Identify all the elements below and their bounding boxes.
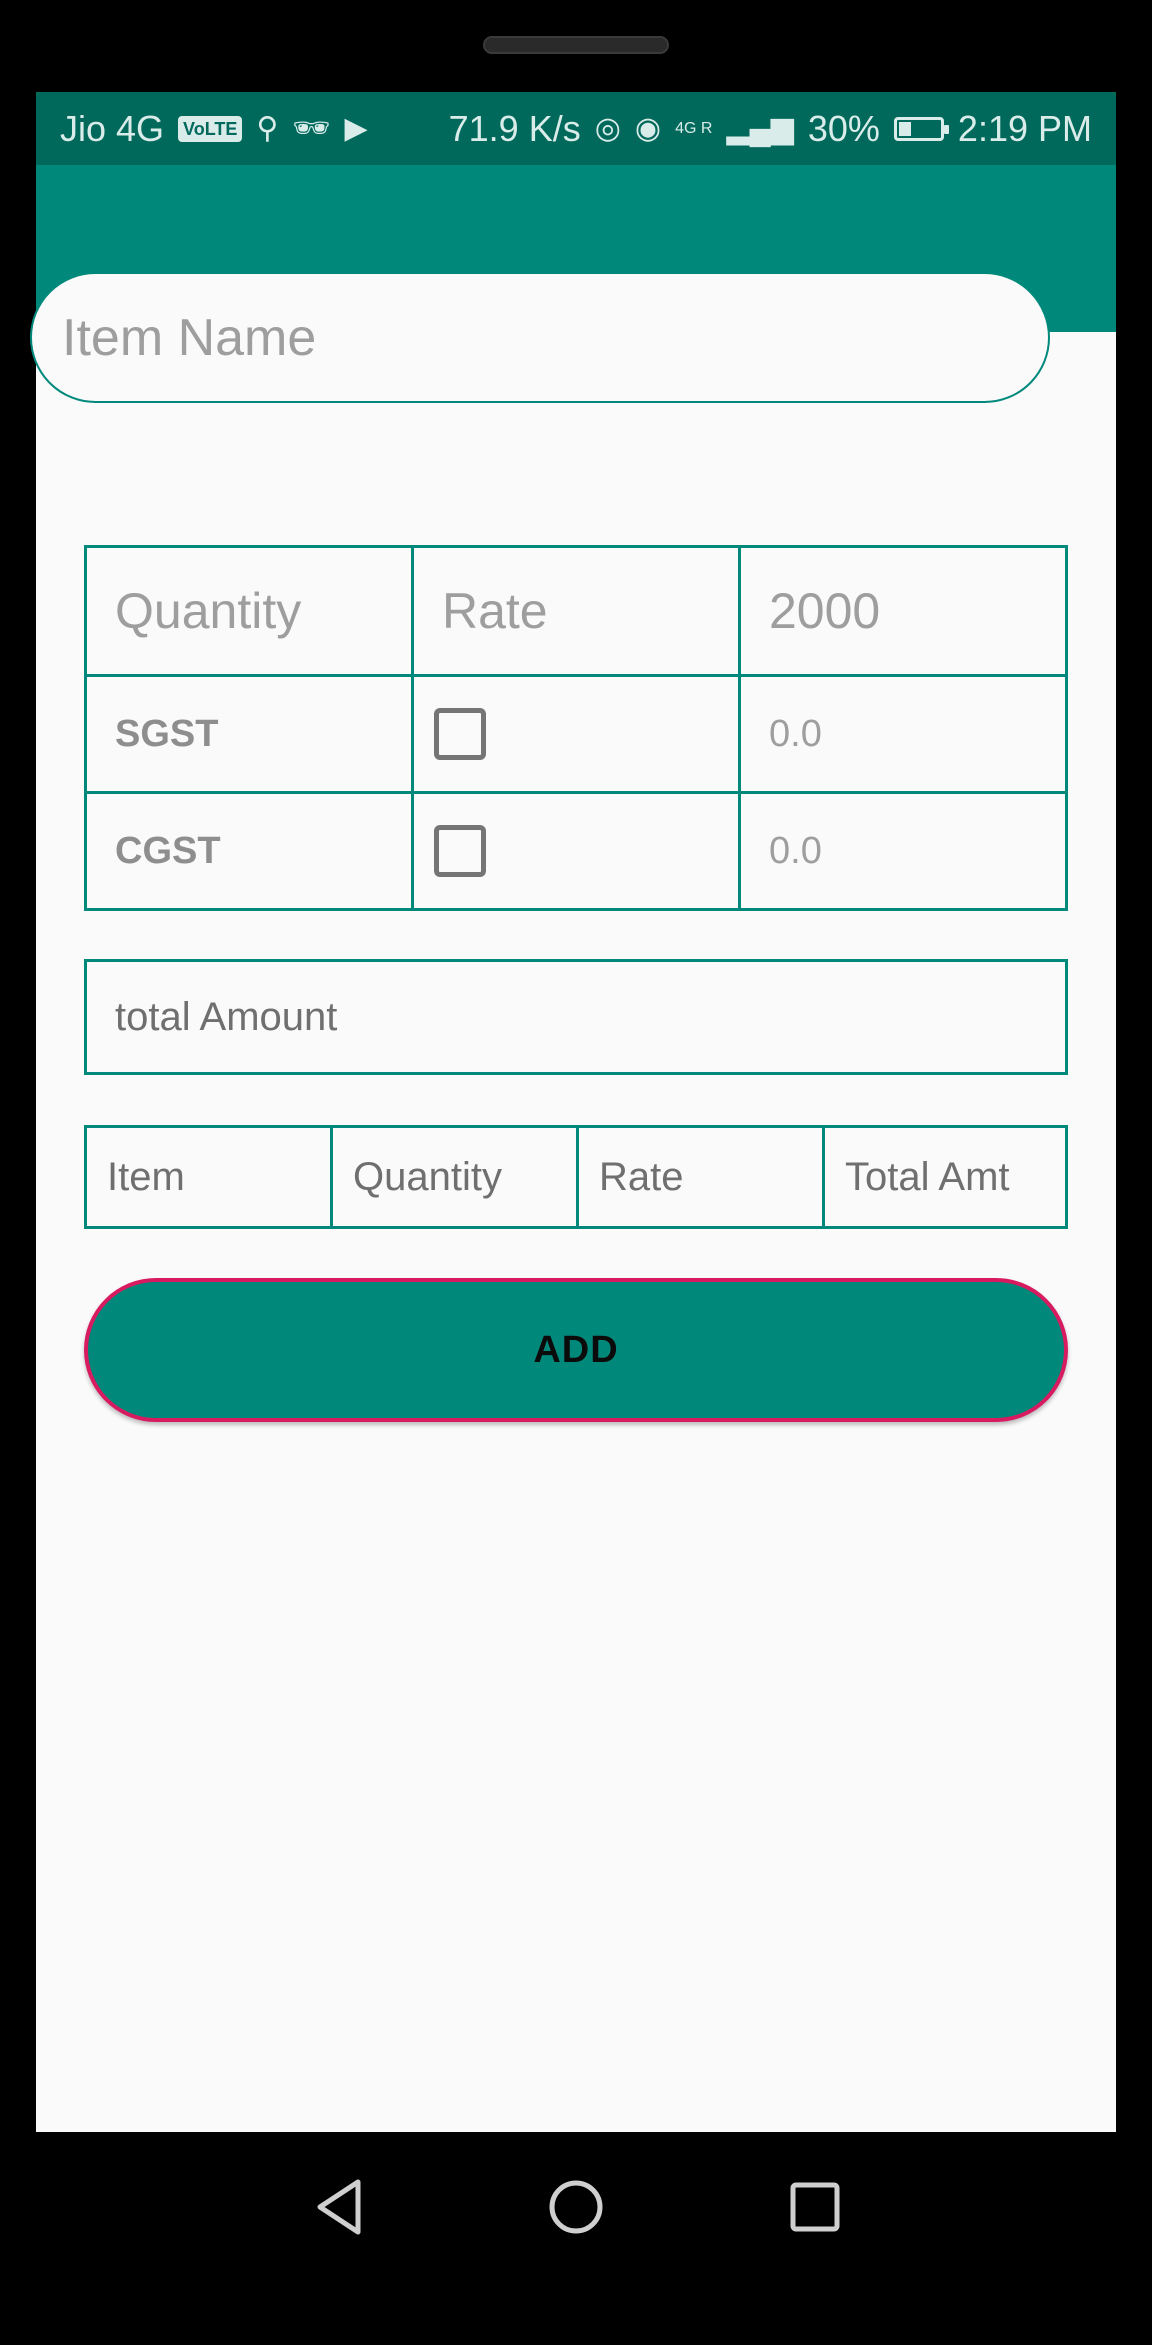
rate-input[interactable]: Rate	[411, 545, 741, 677]
volte-icon: VoLTE	[178, 115, 243, 142]
total-amount-input[interactable]: total Amount	[84, 959, 1068, 1075]
sgst-checkbox-cell	[411, 674, 741, 794]
cgst-value-field[interactable]: 0.0	[738, 791, 1068, 911]
hotspot-icon: ◎	[594, 111, 621, 145]
amount-value: 2000	[769, 583, 881, 639]
header-rate: Rate	[576, 1125, 825, 1229]
home-icon[interactable]	[541, 2172, 611, 2242]
sgst-value: 0.0	[769, 712, 822, 755]
header-total-amt-label: Total Amt	[845, 1154, 1010, 1199]
network-type: 4G R	[675, 119, 713, 137]
header-quantity: Quantity	[330, 1125, 579, 1229]
recents-icon[interactable]	[780, 2172, 850, 2242]
earpiece-speaker	[483, 36, 669, 54]
eye-comfort-icon: ◉	[634, 111, 662, 145]
cgst-value: 0.0	[769, 829, 822, 872]
quantity-input[interactable]: Quantity	[84, 545, 414, 677]
sgst-label: SGST	[115, 712, 219, 755]
cgst-checkbox[interactable]	[434, 825, 486, 877]
battery-fill	[898, 121, 911, 136]
youtube-icon: ▶	[344, 111, 368, 145]
header-rate-label: Rate	[599, 1154, 684, 1199]
sgst-value-field[interactable]: 0.0	[738, 674, 1068, 794]
item-name-placeholder: Item Name	[62, 308, 317, 367]
incognito-icon: 🕶	[292, 111, 331, 145]
header-item: Item	[84, 1125, 333, 1229]
battery-percent: 30%	[807, 107, 880, 149]
cgst-label-cell: CGST	[84, 791, 414, 911]
amount-field[interactable]: 2000	[738, 545, 1068, 677]
rate-placeholder: Rate	[442, 583, 548, 639]
quantity-placeholder: Quantity	[115, 583, 302, 639]
navigation-bar	[36, 2132, 1116, 2282]
battery-icon	[893, 116, 949, 141]
phone-frame: Jio 4G VoLTE ⚲ 🕶 ▶ 71.9 K/s ◎ ◉ 4G R ▂▄▆…	[0, 0, 1152, 2345]
add-button-label: ADD	[533, 1328, 619, 1371]
usb-icon: ⚲	[256, 111, 279, 145]
status-bar-left: Jio 4G VoLTE ⚲ 🕶 ▶	[60, 108, 368, 150]
add-button[interactable]: ADD	[84, 1278, 1068, 1422]
network-speed: 71.9 K/s	[448, 107, 581, 149]
sgst-label-cell: SGST	[84, 674, 414, 794]
back-icon[interactable]	[306, 2172, 376, 2242]
carrier-label: Jio 4G	[60, 107, 165, 149]
item-name-input[interactable]: Item Name	[30, 272, 1050, 403]
header-item-label: Item	[107, 1154, 185, 1199]
cgst-label: CGST	[115, 829, 221, 872]
status-bar: Jio 4G VoLTE ⚲ 🕶 ▶ 71.9 K/s ◎ ◉ 4G R ▂▄▆…	[36, 92, 1116, 165]
clock: 2:19 PM	[957, 107, 1092, 149]
cgst-checkbox-cell	[411, 791, 741, 911]
sgst-checkbox[interactable]	[434, 708, 486, 760]
header-total-amt: Total Amt	[822, 1125, 1068, 1229]
signal-icon: ▂▄▆	[726, 111, 794, 145]
status-bar-right: 71.9 K/s ◎ ◉ 4G R ▂▄▆ 30% 2:19 PM	[449, 108, 1092, 150]
header-quantity-label: Quantity	[353, 1154, 502, 1199]
total-amount-placeholder: total Amount	[115, 994, 338, 1039]
